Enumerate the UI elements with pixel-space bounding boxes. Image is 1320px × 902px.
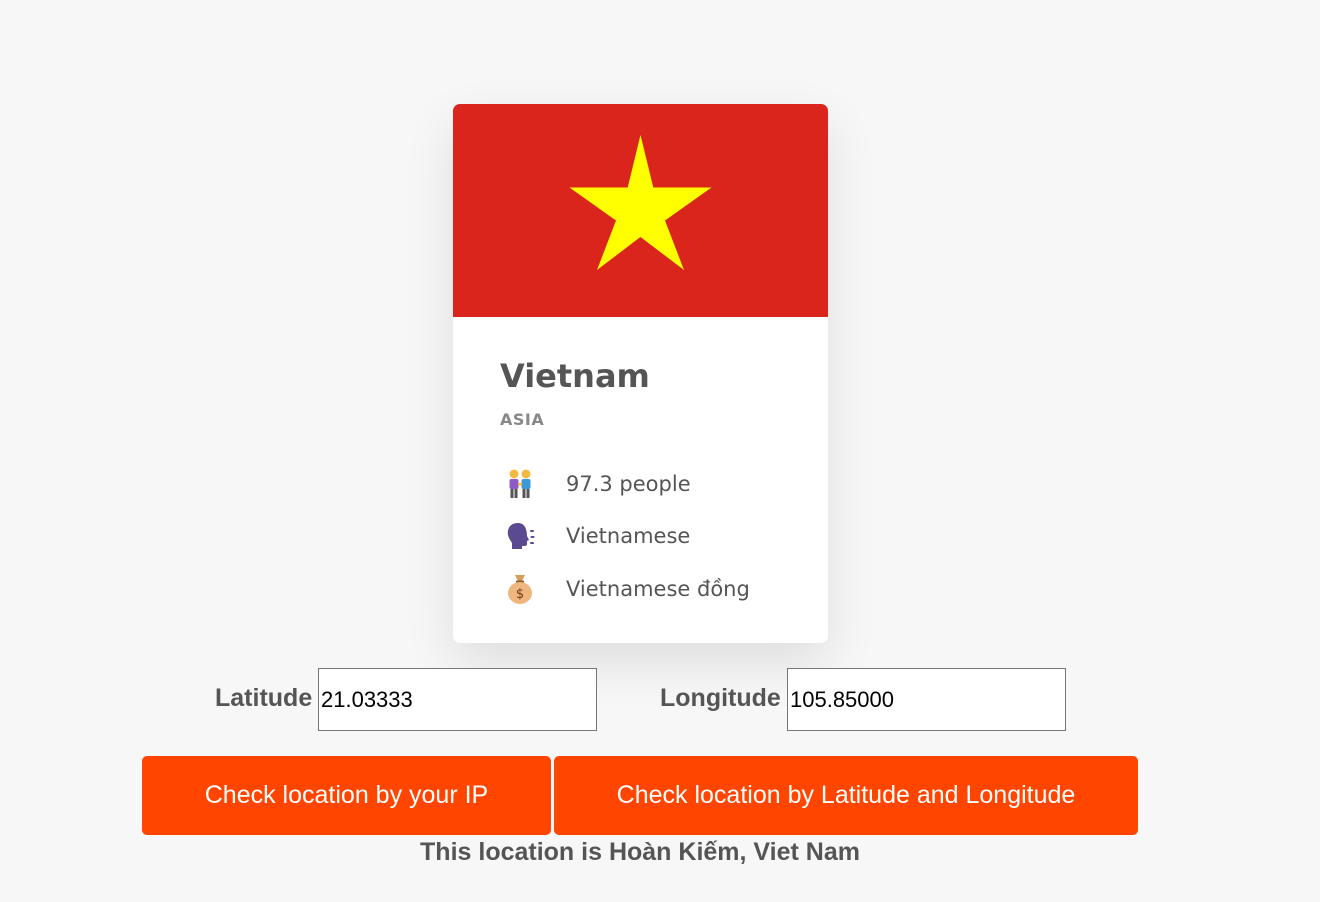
location-result: This location is Hoàn Kiếm, Viet Nam <box>420 838 860 866</box>
language-row: Vietnamese <box>500 519 800 553</box>
latitude-label: Latitude <box>215 684 313 712</box>
latitude-input[interactable] <box>318 668 597 731</box>
check-by-coordinates-button[interactable]: Check location by Latitude and Longitude <box>554 756 1138 835</box>
region-label: ASIA <box>500 410 545 429</box>
country-card: Vietnam ASIA 97.3 people Vietnamese $ Vi… <box>453 104 828 643</box>
country-flag <box>453 104 828 317</box>
svg-text:$: $ <box>516 587 524 602</box>
longitude-label: Longitude <box>660 684 781 712</box>
language-text: Vietnamese <box>566 524 691 548</box>
currency-row: $ Vietnamese đồng <box>500 572 800 606</box>
money-bag-icon: $ <box>504 572 536 606</box>
page: Vietnam ASIA 97.3 people Vietnamese $ Vi… <box>0 0 1320 902</box>
currency-text: Vietnamese đồng <box>566 577 750 601</box>
star-icon <box>569 135 712 270</box>
population-row: 97.3 people <box>500 467 800 501</box>
country-name: Vietnam <box>500 357 650 395</box>
longitude-input[interactable] <box>787 668 1066 731</box>
speaking-head-icon <box>504 519 536 553</box>
population-text: 97.3 people <box>566 472 691 496</box>
check-by-ip-button[interactable]: Check location by your IP <box>142 756 551 835</box>
people-holding-hands-icon <box>504 467 536 501</box>
